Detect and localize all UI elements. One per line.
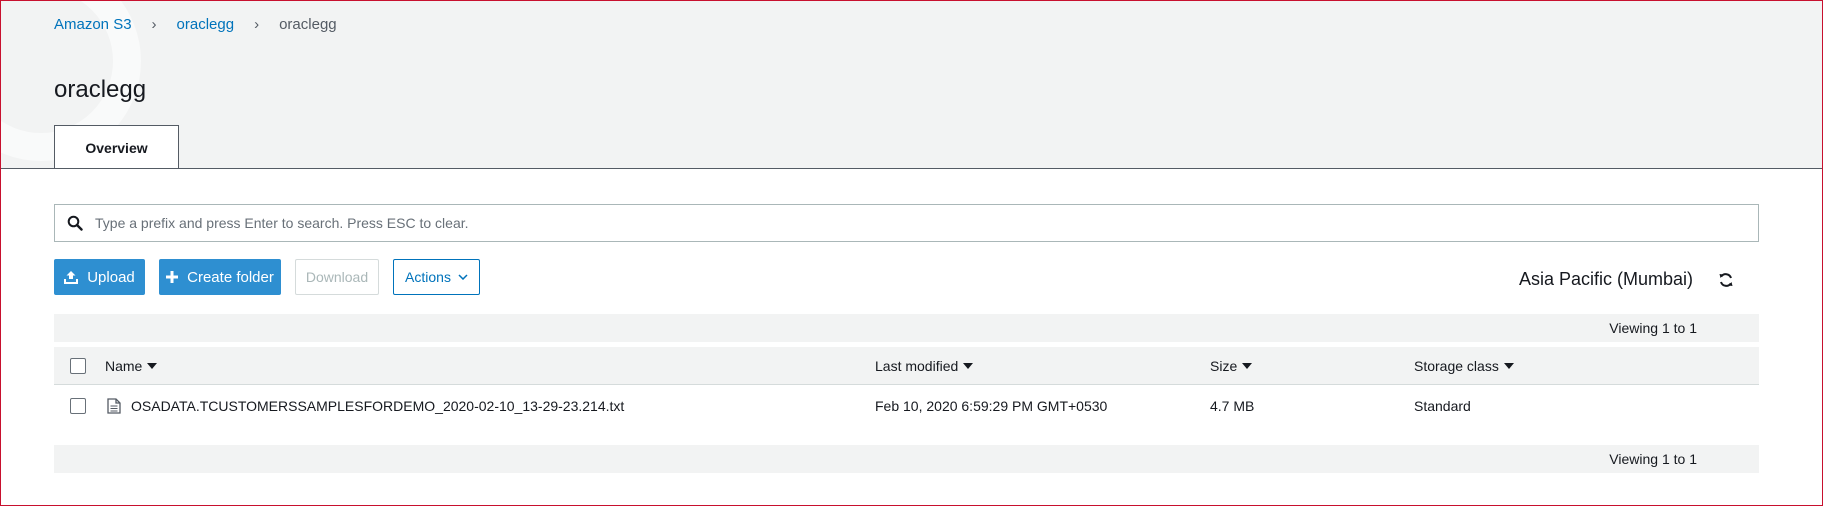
create-folder-button-label: Create folder [187,268,274,286]
select-all-checkbox[interactable] [70,357,86,374]
sort-caret-icon [1503,362,1514,369]
refresh-icon[interactable] [1718,272,1734,293]
column-size[interactable]: Size [1210,347,1253,384]
table-header: Name Last modified Size Storage class [54,347,1759,385]
search-bar [54,204,1759,242]
object-name-cell: OSADATA.TCUSTOMERSSAMPLESFORDEMO_2020-02… [105,387,624,425]
plus-icon [166,271,179,283]
region-label: Asia Pacific (Mumbai) [1519,269,1694,289]
sort-caret-icon [963,362,974,369]
viewing-count: Viewing 1 to 1 [1609,320,1697,336]
search-icon [55,215,95,231]
storage-class-cell: Standard [1414,398,1471,414]
create-folder-button[interactable]: Create folder [159,259,281,295]
download-button[interactable]: Download [295,259,379,295]
file-icon [107,398,121,414]
upload-icon [64,270,79,284]
sort-caret-icon [1242,362,1253,369]
object-name-link[interactable]: OSADATA.TCUSTOMERSSAMPLESFORDEMO_2020-02… [131,398,624,414]
pagination-top: Viewing 1 to 1 [54,314,1759,342]
column-last-modified[interactable]: Last modified [875,347,974,384]
select-all-cell [70,347,86,384]
column-name-label: Name [105,357,143,374]
chevron-right-icon: › [151,15,157,33]
table-row: OSADATA.TCUSTOMERSSAMPLESFORDEMO_2020-02… [54,387,1759,425]
column-size-label: Size [1210,357,1238,374]
size-cell: 4.7 MB [1210,398,1255,414]
column-storage-class-label: Storage class [1414,357,1499,374]
breadcrumb-current: oraclegg [279,15,337,33]
page-header: Amazon S3 › oraclegg › oraclegg oraclegg… [1,1,1822,169]
breadcrumb-bucket-link[interactable]: oraclegg [177,16,235,33]
chevron-right-icon: › [254,15,260,33]
column-storage-class[interactable]: Storage class [1414,347,1514,384]
last-modified-cell: Feb 10, 2020 6:59:29 PM GMT+0530 [875,398,1108,414]
column-last-modified-label: Last modified [875,357,959,374]
search-input[interactable] [95,205,1758,241]
sort-caret-icon [147,362,158,369]
upload-button-label: Upload [87,268,135,286]
actions-dropdown-label: Actions [405,269,451,285]
breadcrumb-amazon-s3-link[interactable]: Amazon S3 [54,16,132,33]
actions-dropdown[interactable]: Actions [393,259,480,295]
pagination-bottom: Viewing 1 to 1 [54,445,1759,473]
row-checkbox[interactable] [70,398,86,414]
page-title: oraclegg [54,76,147,103]
tab-overview[interactable]: Overview [54,125,179,168]
chevron-down-icon [458,274,468,280]
row-select-cell [70,387,86,425]
viewing-count: Viewing 1 to 1 [1609,451,1697,467]
breadcrumb: Amazon S3 › oraclegg › oraclegg [54,14,337,34]
column-name[interactable]: Name [105,347,158,384]
upload-button[interactable]: Upload [54,259,145,295]
